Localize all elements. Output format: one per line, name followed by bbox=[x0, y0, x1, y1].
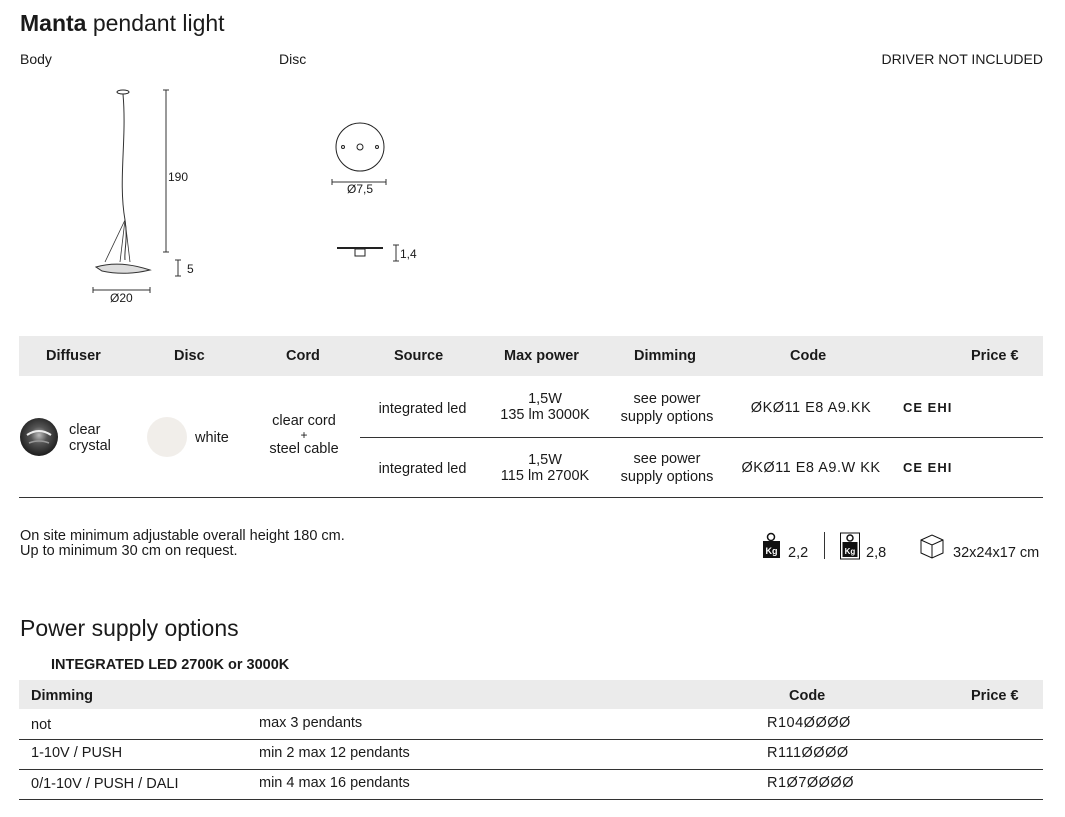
ps-table-bottom-rule bbox=[19, 799, 1043, 800]
table-bottom-rule bbox=[19, 497, 1043, 498]
row2-power: 1,5W 115 lm 2700K bbox=[490, 452, 600, 484]
gross-weight-icon: Kg bbox=[840, 532, 860, 560]
disc-height-dimension: 1,4 bbox=[400, 247, 417, 261]
ps-row2-limit: min 2 max 12 pendants bbox=[259, 745, 410, 761]
header-disc: Disc bbox=[174, 348, 205, 364]
header-price: Price € bbox=[971, 348, 1019, 364]
row1-power: 1,5W 135 lm 3000K bbox=[490, 391, 600, 423]
box-size-value: 32x24x17 cm bbox=[953, 545, 1040, 561]
disc-label: Disc bbox=[279, 51, 307, 67]
ps-header-dimming: Dimming bbox=[31, 688, 94, 704]
disc-diameter-dimension: Ø7,5 bbox=[347, 182, 374, 196]
page-title: Manta pendant light bbox=[20, 10, 225, 37]
header-source: Source bbox=[394, 348, 444, 364]
ps-row2-dimming: 1-10V / PUSH bbox=[31, 745, 123, 761]
ps-header-price: Price € bbox=[971, 688, 1019, 704]
row-divider bbox=[360, 437, 1043, 438]
row2-power-watt: 1,5W bbox=[528, 452, 562, 468]
body-diameter-dimension: Ø20 bbox=[110, 291, 133, 305]
cord-cell: clear cord + steel cable bbox=[254, 413, 354, 457]
ps-row3-dimming: 0/1-10V / PUSH / DALI bbox=[31, 776, 179, 792]
header-max-power: Max power bbox=[504, 348, 579, 364]
row1-certification-marks: CE EHI bbox=[903, 400, 953, 415]
ps-row2-code: R111ØØØØ bbox=[767, 745, 849, 761]
ps-row1-limit: max 3 pendants bbox=[259, 715, 363, 731]
note-line1: On site minimum adjustable overall heigh… bbox=[20, 528, 345, 544]
row1-power-lumen: 135 lm 3000K bbox=[500, 407, 590, 423]
ps-row-divider bbox=[19, 739, 1043, 740]
row2-power-lumen: 115 lm 2700K bbox=[500, 468, 590, 484]
row1-power-watt: 1,5W bbox=[528, 391, 562, 407]
header-diffuser: Diffuser bbox=[46, 348, 101, 364]
box-icon bbox=[920, 534, 944, 559]
height-dimension: 190 bbox=[168, 170, 189, 184]
row2-dimming-line2: supply options bbox=[620, 469, 714, 485]
diffuser-line2: crystal bbox=[69, 438, 111, 454]
row1-source: integrated led bbox=[378, 401, 467, 417]
ps-row1-code: R104ØØØØ bbox=[767, 715, 851, 731]
body-drawing bbox=[92, 89, 181, 293]
power-supply-title: Power supply options bbox=[20, 615, 239, 641]
ps-row3-limit: min 4 max 16 pendants bbox=[259, 775, 410, 791]
net-weight-kg-text: Kg bbox=[766, 546, 778, 556]
product-type: pendant light bbox=[92, 10, 225, 36]
gross-weight-kg-text: Kg bbox=[845, 547, 856, 556]
row2-source: integrated led bbox=[378, 461, 467, 477]
diffuser-line1: clear bbox=[69, 422, 101, 438]
power-supply-header bbox=[19, 680, 1043, 709]
product-name: Manta bbox=[20, 10, 87, 36]
driver-note: DRIVER NOT INCLUDED bbox=[881, 51, 1043, 67]
note-line2: Up to minimum 30 cm on request. bbox=[20, 543, 238, 559]
header-code: Code bbox=[790, 348, 827, 364]
row2-code: ØKØ11 E8 A9.W KK bbox=[741, 460, 881, 476]
row1-dimming: see power supply options bbox=[607, 390, 727, 426]
body-label: Body bbox=[20, 51, 52, 67]
cord-line2: + bbox=[300, 428, 308, 442]
ps-row-divider bbox=[19, 769, 1043, 770]
row2-certification-marks: CE EHI bbox=[903, 460, 953, 475]
ps-header-code: Code bbox=[789, 688, 826, 704]
net-weight-value: 2,2 bbox=[788, 545, 809, 561]
body-height-dimension: 5 bbox=[187, 262, 194, 276]
header-dimming: Dimming bbox=[634, 348, 697, 364]
net-weight-icon: Kg bbox=[763, 532, 780, 558]
gross-weight-value: 2,8 bbox=[866, 545, 887, 561]
row2-dimming-line1: see power bbox=[633, 451, 701, 467]
disc-cell: white bbox=[195, 430, 229, 446]
weight-divider bbox=[824, 532, 825, 559]
ps-row3-code: R1Ø7ØØØØ bbox=[767, 775, 854, 791]
row2-dimming: see power supply options bbox=[607, 450, 727, 486]
row1-code: ØKØ11 E8 A9.KK bbox=[750, 400, 872, 416]
cord-line3: steel cable bbox=[269, 441, 339, 457]
row1-dimming-line2: supply options bbox=[620, 409, 714, 425]
cord-line1: clear cord bbox=[272, 413, 336, 429]
power-supply-subtitle: INTEGRATED LED 2700K or 3000K bbox=[51, 657, 290, 673]
diffuser-cell: clear crystal bbox=[69, 422, 111, 454]
header-cord: Cord bbox=[286, 348, 320, 364]
height-notes: On site minimum adjustable overall heigh… bbox=[20, 529, 345, 559]
crystal-swatch bbox=[20, 418, 58, 456]
row1-dimming-line1: see power bbox=[633, 391, 701, 407]
white-swatch bbox=[147, 417, 187, 457]
ps-row1-dimming: not bbox=[31, 717, 52, 733]
